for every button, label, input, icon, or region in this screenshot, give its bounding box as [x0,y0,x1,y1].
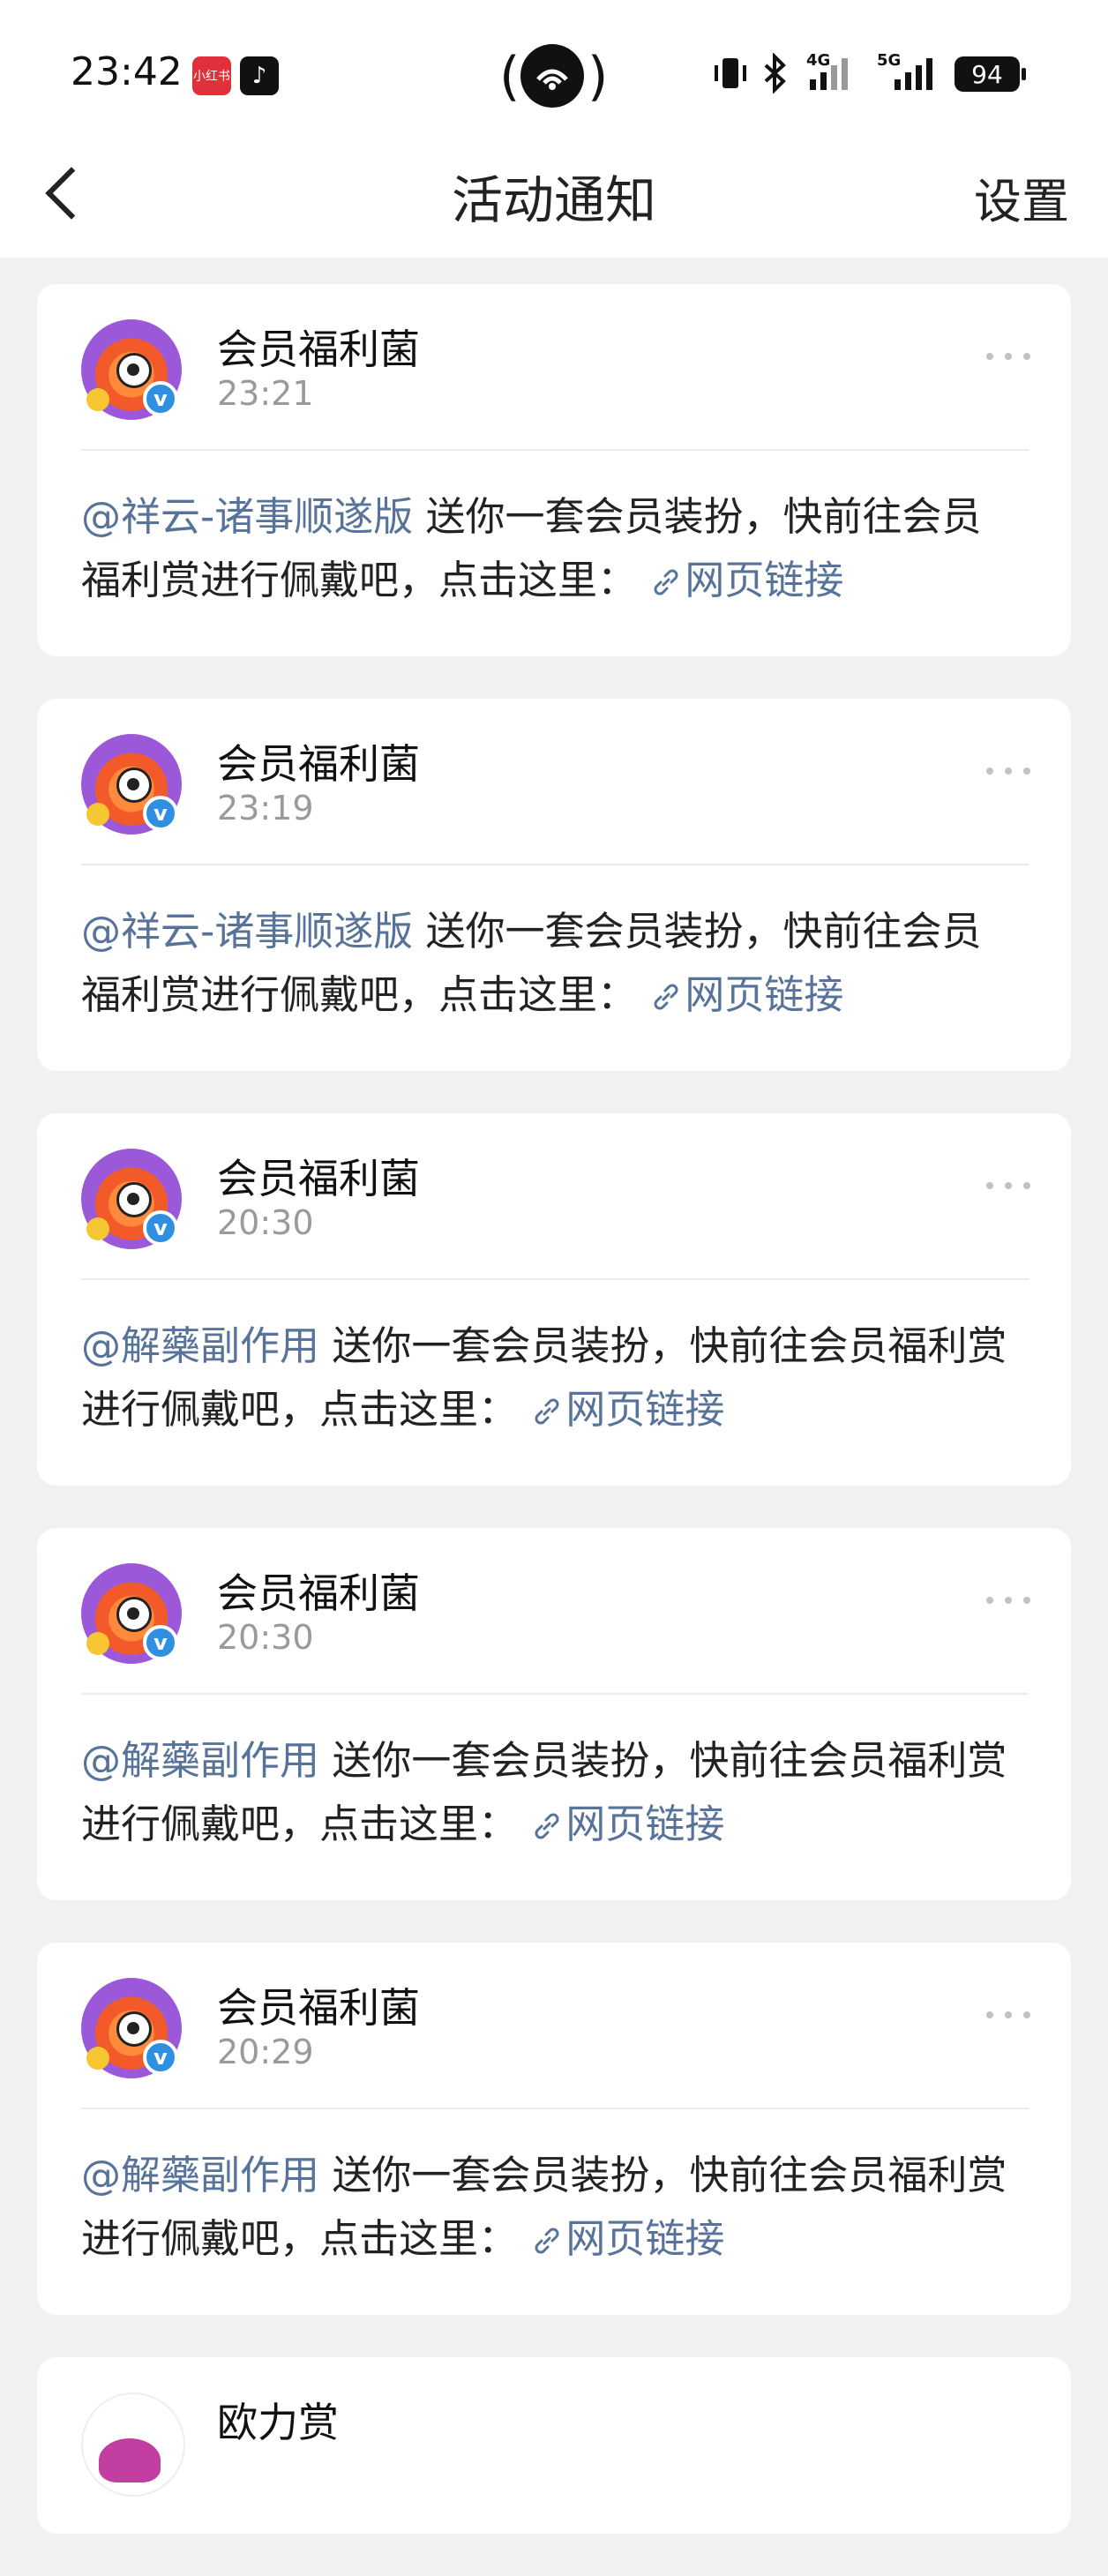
sender-name[interactable]: 会员福利菌 [217,1561,420,1620]
status-time: 23:42 [71,49,183,94]
avatar[interactable]: v [81,1149,182,1249]
nav-bar: 活动通知 设置 [0,132,1108,258]
message-body: @解藥副作用 送你一套会员装扮，快前往会员福利赏进行佩戴吧，点击这里： 网页链接 [81,2144,1018,2271]
settings-button[interactable]: 设置 [974,162,1069,232]
link-icon [654,569,678,595]
signal-5g-icon: 5G [873,51,939,94]
more-options-icon[interactable] [986,768,1030,776]
sender-name[interactable]: 会员福利菌 [217,732,420,790]
web-link[interactable]: 网页链接 [649,971,843,1018]
avatar[interactable]: v [81,734,182,835]
mention-link[interactable]: @解藥副作用 [81,1322,319,1369]
verified-icon: v [143,1625,178,1660]
message-body: @祥云-诸事顺遂版 送你一套会员装扮，快前往会员福利赏进行佩戴吧，点击这里： 网… [81,485,1018,612]
bluetooth-icon [760,53,790,94]
message-body: @解藥副作用 送你一套会员装扮，快前往会员福利赏进行佩戴吧，点击这里： 网页链接 [81,1729,1018,1856]
more-options-icon[interactable] [986,2011,1030,2020]
notification-card[interactable]: v 会员福利菌 20:30 @解藥副作用 送你一套会员装扮，快前往会员福利赏进行… [37,1528,1071,1900]
notification-list: v 会员福利菌 23:21 @祥云-诸事顺遂版 送你一套会员装扮，快前往会员福利… [37,284,1071,2576]
link-icon [535,1813,559,1839]
avatar[interactable]: v [81,1978,182,2078]
more-options-icon[interactable] [986,353,1030,362]
mention-link[interactable]: @解藥副作用 [81,2152,319,2198]
divider [81,2108,1029,2109]
web-link[interactable]: 网页链接 [649,557,843,603]
sender-name[interactable]: 会员福利菌 [217,1147,420,1205]
avatar[interactable]: v [81,319,182,420]
sender-name[interactable]: 会员福利菌 [217,1976,420,2034]
timestamp: 20:30 [217,1203,314,1242]
notification-card[interactable]: v 会员福利菌 23:21 @祥云-诸事顺遂版 送你一套会员装扮，快前往会员福利… [37,284,1071,656]
link-icon [654,984,678,1010]
notification-card[interactable]: v 会员福利菌 20:30 @解藥副作用 送你一套会员装扮，快前往会员福利赏进行… [37,1113,1071,1486]
notification-card[interactable]: 欧力赏 [37,2357,1071,2534]
divider [81,1278,1029,1280]
message-body: @祥云-诸事顺遂版 送你一套会员装扮，快前往会员福利赏进行佩戴吧，点击这里： 网… [81,900,1018,1027]
mention-link[interactable]: @祥云-诸事顺遂版 [81,908,413,955]
hotspot-indicator-icon: ( ) [499,44,609,108]
signal-4g-icon: 4G [806,51,852,94]
xiaohongshu-icon: 小红书 [192,56,231,95]
vibrate-icon [711,53,750,94]
verified-icon: v [143,2040,178,2075]
link-icon [535,2228,559,2254]
notification-card[interactable]: v 会员福利菌 20:29 @解藥副作用 送你一套会员装扮，快前往会员福利赏进行… [37,1943,1071,2315]
sender-name[interactable]: 欧力赏 [217,2391,339,2449]
notification-card[interactable]: v 会员福利菌 23:19 @祥云-诸事顺遂版 送你一套会员装扮，快前往会员福利… [37,699,1071,1071]
sender-name[interactable]: 会员福利菌 [217,318,420,376]
verified-icon: v [143,381,178,416]
web-link[interactable]: 网页链接 [530,1801,724,1847]
status-bar: 23:42 小红书 ♪ ( ) 4G 5G 94 [0,0,1108,132]
mention-link[interactable]: @解藥副作用 [81,1737,319,1784]
divider [81,1693,1029,1695]
divider [81,449,1029,451]
divider [81,864,1029,865]
timestamp: 23:21 [217,374,314,413]
battery-icon: 94 [955,56,1026,92]
link-icon [535,1398,559,1425]
page-title: 活动通知 [451,170,656,230]
timestamp: 20:29 [217,2033,314,2071]
avatar[interactable] [81,2393,185,2497]
timestamp: 20:30 [217,1618,314,1657]
more-options-icon[interactable] [986,1182,1030,1191]
verified-icon: v [143,796,178,831]
web-link[interactable]: 网页链接 [530,1386,724,1433]
web-link[interactable]: 网页链接 [530,2215,724,2262]
mention-link[interactable]: @祥云-诸事顺遂版 [81,493,413,540]
tiktok-icon: ♪ [240,56,279,95]
timestamp: 23:19 [217,789,314,827]
message-body: @解藥副作用 送你一套会员装扮，快前往会员福利赏进行佩戴吧，点击这里： 网页链接 [81,1314,1018,1442]
avatar[interactable]: v [81,1563,182,1664]
verified-icon: v [143,1210,178,1246]
more-options-icon[interactable] [986,1597,1030,1606]
